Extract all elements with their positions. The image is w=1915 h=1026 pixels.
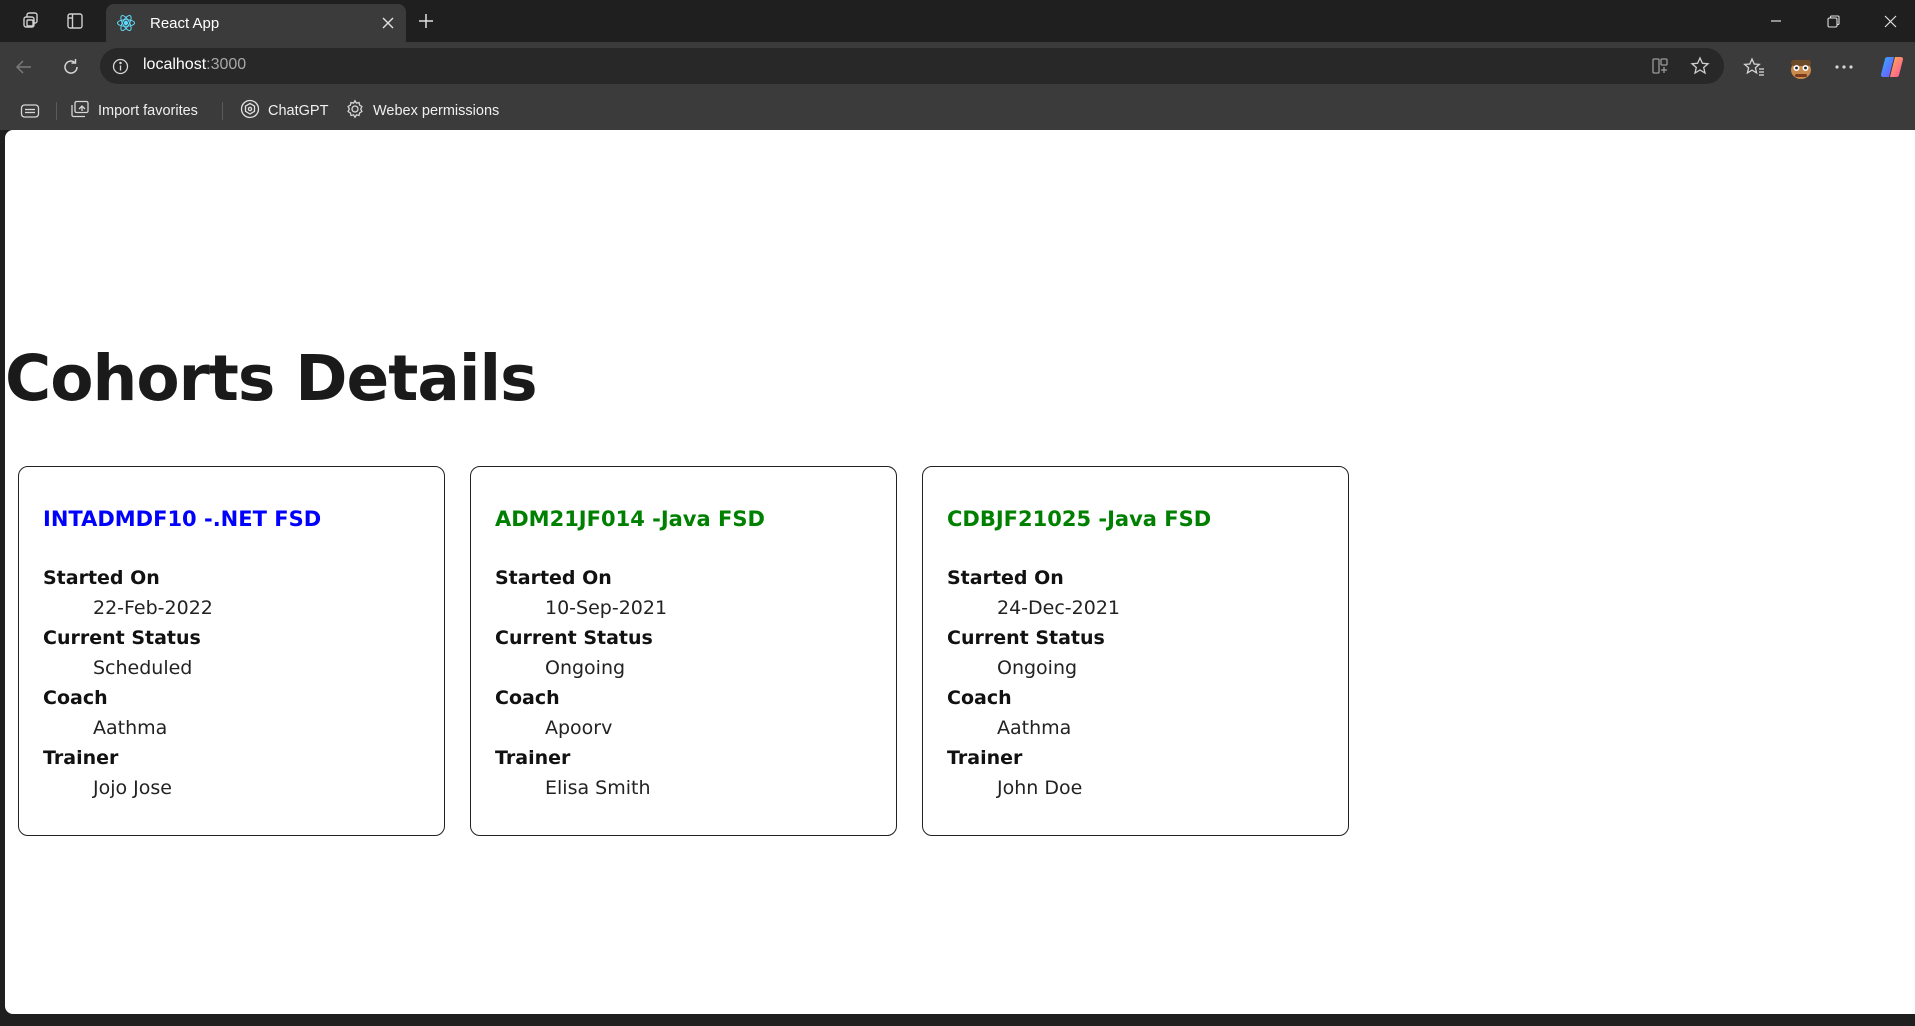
current-status-value: Ongoing — [545, 657, 626, 679]
new-tab-icon[interactable] — [413, 8, 439, 34]
favorite-chatgpt[interactable]: ChatGPT — [240, 99, 329, 123]
close-window-icon[interactable] — [1868, 6, 1912, 36]
cohort-title: ADM21JF014 -Java FSD — [495, 507, 765, 531]
trainer-label: Trainer — [43, 747, 119, 769]
cohort-card: CDBJF21025 -Java FSD Started On 24-Dec-2… — [922, 466, 1349, 836]
favorite-webex-permissions[interactable]: Webex permissions — [345, 99, 500, 123]
coach-label: Coach — [43, 687, 108, 709]
close-tab-icon[interactable] — [378, 13, 398, 33]
sidebar-toggle-icon[interactable] — [20, 100, 40, 122]
started-on-label: Started On — [43, 567, 160, 589]
current-status-value: Scheduled — [93, 657, 193, 679]
cohort-title: CDBJF21025 -Java FSD — [947, 507, 1212, 531]
page-title: Cohorts Details — [5, 342, 538, 415]
more-options-icon[interactable] — [1830, 53, 1858, 81]
copilot-icon[interactable] — [1878, 53, 1906, 81]
started-on-label: Started On — [947, 567, 1064, 589]
favorites-separator — [56, 102, 57, 120]
gear-icon — [345, 99, 365, 123]
started-on-label: Started On — [495, 567, 612, 589]
started-on-value: 24-Dec-2021 — [997, 597, 1121, 619]
favorites-bar: Import favorites ChatGPT Webex permissio… — [0, 92, 1915, 130]
favorites-separator — [222, 102, 223, 120]
favorite-label: Webex permissions — [373, 103, 500, 119]
add-favorite-icon[interactable] — [1688, 55, 1712, 77]
favorite-import-favorites[interactable]: Import favorites — [70, 100, 198, 122]
split-screen-icon[interactable] — [1648, 55, 1672, 77]
coach-value: Aathma — [997, 717, 1072, 739]
browser-titlebar: React App — [0, 0, 1915, 42]
react-icon — [116, 13, 136, 33]
favorites-icon[interactable] — [1740, 53, 1768, 81]
profile-avatar[interactable] — [1785, 51, 1817, 83]
page-viewport: Cohorts Details INTADMDF10 -.NET FSD Sta… — [5, 130, 1915, 1014]
tab-react-app[interactable]: React App — [106, 4, 406, 42]
favorite-label: ChatGPT — [268, 103, 329, 119]
trainer-label: Trainer — [495, 747, 571, 769]
current-status-label: Current Status — [495, 627, 653, 649]
current-status-label: Current Status — [43, 627, 201, 649]
refresh-icon[interactable] — [57, 53, 85, 81]
workspaces-icon[interactable] — [18, 8, 44, 34]
cohort-title: INTADMDF10 -.NET FSD — [43, 507, 322, 531]
cohort-card: INTADMDF10 -.NET FSD Started On 22-Feb-2… — [18, 466, 445, 836]
current-status-label: Current Status — [947, 627, 1105, 649]
restore-icon[interactable] — [1811, 6, 1855, 36]
browser-toolbar: localhost:3000 — [0, 42, 1915, 92]
address-bar[interactable]: localhost:3000 — [100, 48, 1724, 84]
chatgpt-icon — [240, 99, 260, 123]
started-on-value: 22-Feb-2022 — [93, 597, 213, 619]
current-status-value: Ongoing — [997, 657, 1078, 679]
favorite-label: Import favorites — [98, 103, 198, 119]
back-icon[interactable] — [10, 53, 38, 81]
trainer-label: Trainer — [947, 747, 1023, 769]
minimize-icon[interactable] — [1754, 6, 1798, 36]
vertical-tabs-icon[interactable] — [62, 8, 88, 34]
trainer-value: Jojo Jose — [93, 777, 172, 799]
coach-label: Coach — [495, 687, 560, 709]
coach-value: Aathma — [93, 717, 168, 739]
import-icon — [70, 100, 90, 122]
cohort-card: ADM21JF014 -Java FSD Started On 10-Sep-2… — [470, 466, 897, 836]
coach-value: Apoorv — [545, 717, 613, 739]
site-info-icon[interactable] — [110, 56, 130, 76]
started-on-value: 10-Sep-2021 — [545, 597, 668, 619]
coach-label: Coach — [947, 687, 1012, 709]
trainer-value: John Doe — [997, 777, 1083, 799]
url-text: localhost:3000 — [143, 56, 247, 73]
tab-title: React App — [150, 14, 220, 32]
trainer-value: Elisa Smith — [545, 777, 651, 799]
